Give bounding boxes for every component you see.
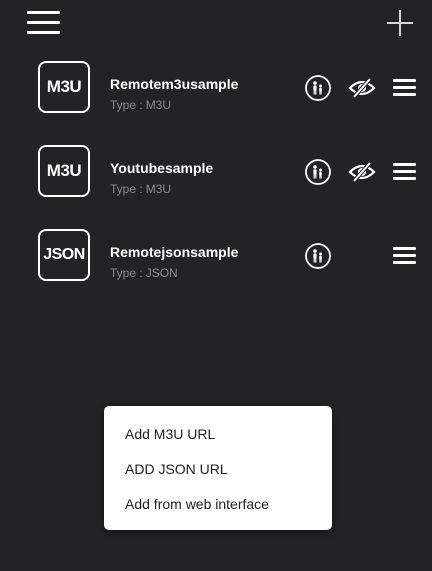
drag-handle-bar <box>393 79 416 82</box>
eye-slash-icon <box>348 77 376 99</box>
drag-handle-bar <box>393 247 416 250</box>
playlist-type-value: JSON <box>145 266 178 280</box>
playlist-row[interactable]: JSON Remotejsonsample Type : JSON <box>0 229 432 291</box>
playlist-type-badge: M3U <box>38 61 90 113</box>
family-icon <box>305 75 331 101</box>
playlist-type: Type : JSON <box>110 266 178 280</box>
visibility-toggle-button[interactable] <box>348 161 376 183</box>
playlist-type-label: Type : <box>110 182 143 196</box>
top-bar <box>0 0 432 50</box>
drag-handle-bar <box>393 170 416 173</box>
playlist-type-value: M3U <box>145 182 172 196</box>
menu-item-add-m3u-url[interactable]: Add M3U URL <box>125 426 215 442</box>
family-icon <box>305 243 331 269</box>
playlist-type-label: Type : <box>110 266 143 280</box>
parental-control-button[interactable] <box>305 75 331 101</box>
playlist-name: Remotem3usample <box>110 76 239 92</box>
playlist-type-value: M3U <box>145 98 172 112</box>
drag-handle-bar <box>393 93 416 96</box>
hamburger-icon-bar <box>27 21 60 24</box>
playlist-name: Remotejsonsample <box>110 244 239 260</box>
drag-handle-icon[interactable] <box>393 79 416 97</box>
drag-handle-bar <box>393 163 416 166</box>
drag-handle-bar <box>393 261 416 264</box>
menu-item-add-from-web-interface[interactable]: Add from web interface <box>125 496 269 512</box>
drag-handle-bar <box>393 86 416 89</box>
add-playlist-menu: Add M3U URL ADD JSON URL Add from web in… <box>104 406 332 530</box>
drag-handle-bar <box>393 177 416 180</box>
playlist-type-badge: M3U <box>38 145 90 197</box>
playlist-type-label: Type : <box>110 98 143 112</box>
playlist-type-badge: JSON <box>38 229 90 281</box>
drag-handle-icon[interactable] <box>393 163 416 181</box>
hamburger-menu-button[interactable] <box>27 11 61 35</box>
playlist-type: Type : M3U <box>110 98 171 112</box>
eye-slash-icon <box>348 161 376 183</box>
playlist-name: Youtubesample <box>110 160 214 176</box>
drag-handle-bar <box>393 254 416 257</box>
family-icon <box>305 159 331 185</box>
playlist-row[interactable]: M3U Remotem3usample Type : M3U <box>0 61 432 123</box>
menu-item-add-json-url[interactable]: ADD JSON URL <box>125 461 228 477</box>
parental-control-button[interactable] <box>305 243 331 269</box>
parental-control-button[interactable] <box>305 159 331 185</box>
visibility-toggle-button[interactable] <box>348 77 376 99</box>
playlist-row[interactable]: M3U Youtubesample Type : M3U <box>0 145 432 207</box>
add-playlist-button[interactable] <box>386 9 414 37</box>
drag-handle-icon[interactable] <box>393 247 416 265</box>
playlist-type: Type : M3U <box>110 182 171 196</box>
hamburger-icon-bar <box>27 31 60 34</box>
hamburger-icon-bar <box>27 11 60 14</box>
